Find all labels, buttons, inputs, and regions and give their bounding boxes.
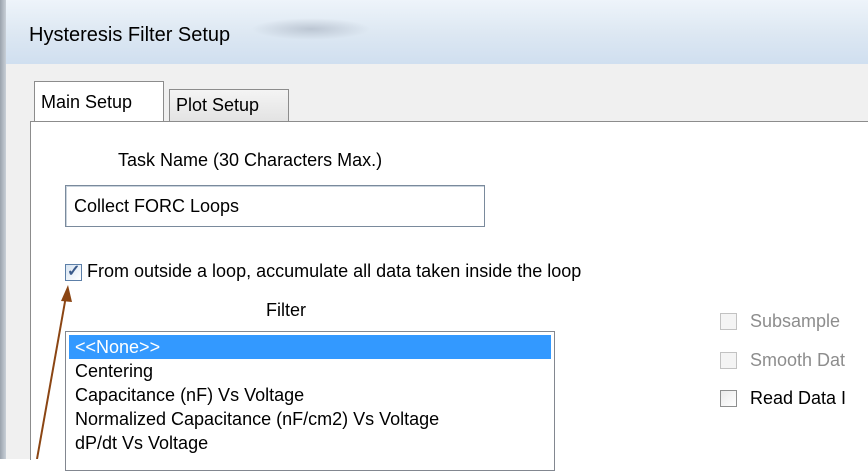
checkmark-icon: ✓ <box>67 263 81 280</box>
subsample-label: Subsample <box>750 311 841 331</box>
smooth-data-option[interactable]: Smooth Dat <box>720 350 868 374</box>
smooth-data-checkbox[interactable] <box>720 352 737 369</box>
task-name-label: Task Name (30 Characters Max.) <box>118 150 383 170</box>
window-title: Hysteresis Filter Setup <box>29 24 231 46</box>
read-data-checkbox[interactable] <box>720 390 737 407</box>
subsample-checkbox[interactable] <box>720 313 737 330</box>
smooth-data-label: Smooth Dat <box>750 350 846 370</box>
subsample-option[interactable]: Subsample <box>720 311 868 335</box>
filter-list-item[interactable]: <<None>> <box>69 335 551 359</box>
titlebar-blur <box>251 18 371 40</box>
filter-label: Filter <box>266 300 306 320</box>
filter-list-item[interactable]: dP/dt Vs Voltage <box>69 431 551 455</box>
tab-main-setup[interactable]: Main Setup <box>34 81 164 121</box>
read-data-label: Read Data I <box>750 388 847 408</box>
filter-list-item[interactable]: Normalized Capacitance (nF/cm2) Vs Volta… <box>69 407 551 431</box>
window-titlebar[interactable]: Hysteresis Filter Setup <box>6 0 868 64</box>
accumulate-checkbox[interactable]: ✓ <box>65 263 82 281</box>
filter-list-item[interactable]: Centering <box>69 359 551 383</box>
task-name-input[interactable] <box>65 185 485 227</box>
read-data-option[interactable]: Read Data I <box>720 388 868 412</box>
tab-main-setup-label: Main Setup <box>41 92 133 112</box>
filter-listbox[interactable]: <<None>> Centering Capacitance (nF) Vs V… <box>65 331 555 471</box>
tab-plot-setup[interactable]: Plot Setup <box>169 89 289 121</box>
accumulate-label: From outside a loop, accumulate all data… <box>87 261 582 281</box>
filter-list-item[interactable]: Capacitance (nF) Vs Voltage <box>69 383 551 407</box>
tab-plot-setup-label: Plot Setup <box>176 95 260 115</box>
